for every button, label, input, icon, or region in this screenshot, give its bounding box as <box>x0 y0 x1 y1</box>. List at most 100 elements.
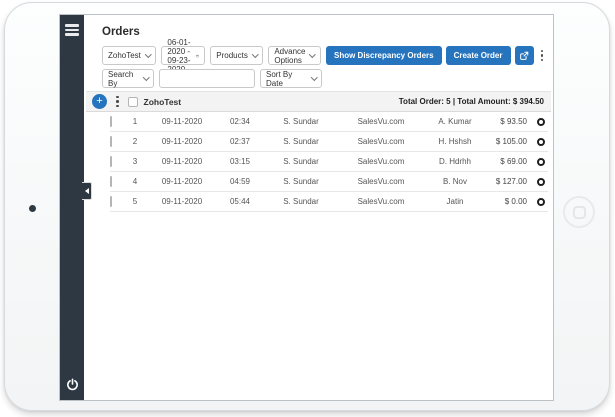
customer-name: A. Kumar <box>438 117 472 126</box>
order-amount: $ 127.00 <box>495 177 527 186</box>
hamburger-menu-icon[interactable] <box>65 24 79 36</box>
sort-by-select[interactable]: Sort By Date <box>260 69 322 88</box>
power-button[interactable] <box>65 377 80 392</box>
row-checkbox[interactable] <box>110 176 112 187</box>
order-amount: $ 93.50 <box>500 117 527 126</box>
staff-name: S. Sundar <box>283 117 319 126</box>
order-source: SalesVu.com <box>357 157 405 166</box>
settings-icon <box>537 157 545 166</box>
customer-name: B. Nov <box>442 177 467 186</box>
page: Orders ZohoTest 06-01-2020 - 09-23-2020 <box>0 0 615 417</box>
settings-icon <box>537 177 545 186</box>
order-amount: $ 105.00 <box>495 137 527 146</box>
external-link-icon <box>520 51 529 60</box>
tablet-frame: Orders ZohoTest 06-01-2020 - 09-23-2020 <box>4 2 610 411</box>
search-input[interactable] <box>165 74 249 83</box>
staff-name: S. Sundar <box>283 197 319 206</box>
chevron-down-icon <box>144 51 152 58</box>
front-camera <box>29 205 36 212</box>
row-actions-button[interactable] <box>534 157 548 166</box>
totals-summary: Total Order: 5 | Total Amount: $ 394.50 <box>398 97 544 106</box>
customer-name: H. Hshsh <box>438 137 472 146</box>
row-actions-button[interactable] <box>534 177 548 186</box>
plus-icon: + <box>96 95 103 107</box>
products-select-value: Products <box>216 51 248 60</box>
table-row[interactable]: 1 09-11-2020 02:34 S. Sundar SalesVu.com… <box>110 112 548 132</box>
sort-by-value: Sort By Date <box>266 69 293 88</box>
products-select[interactable]: Products <box>210 46 264 65</box>
order-date: 09-11-2020 <box>161 197 203 206</box>
table-row[interactable]: 4 09-11-2020 04:59 S. Sundar SalesVu.com… <box>110 172 548 192</box>
order-time: 02:34 <box>229 117 251 126</box>
chevron-down-icon <box>251 51 259 58</box>
settings-icon <box>537 197 545 206</box>
chevron-down-icon <box>309 51 316 58</box>
row-index: 1 <box>132 117 138 126</box>
order-amount: $ 69.00 <box>500 157 527 166</box>
staff-name: S. Sundar <box>283 137 319 146</box>
more-options-menu[interactable] <box>538 48 547 64</box>
order-source: SalesVu.com <box>357 137 405 146</box>
list-header: + ZohoTest Total Order: 5 | Total Amount… <box>86 91 551 112</box>
settings-icon <box>537 117 545 126</box>
order-source: SalesVu.com <box>357 197 405 206</box>
customer-name: D. Hdrhh <box>438 157 471 166</box>
table-row[interactable]: 5 09-11-2020 05:44 S. Sundar SalesVu.com… <box>110 192 548 212</box>
order-source: SalesVu.com <box>357 177 405 186</box>
order-time: 02:37 <box>229 137 251 146</box>
row-actions-button[interactable] <box>534 197 548 206</box>
order-date: 09-11-2020 <box>161 117 203 126</box>
filter-row-1: ZohoTest 06-01-2020 - 09-23-2020 <box>102 38 547 74</box>
row-checkbox[interactable] <box>110 156 112 167</box>
customer-name: Jatin <box>446 197 464 206</box>
list-menu-icon[interactable] <box>113 94 122 110</box>
order-date: 09-11-2020 <box>161 137 203 146</box>
export-button[interactable] <box>514 46 534 65</box>
filter-row-2: Search By Sort By Date <box>102 69 546 88</box>
order-time: 05:44 <box>229 197 251 206</box>
sidebar <box>60 15 84 400</box>
group-label: ZohoTest <box>143 96 182 107</box>
row-actions-button[interactable] <box>534 137 548 146</box>
table-row[interactable]: 3 09-11-2020 03:15 S. Sundar SalesVu.com… <box>110 152 548 172</box>
date-range-input[interactable]: 06-01-2020 - 09-23-2020 <box>161 38 206 74</box>
search-by-select[interactable]: Search By <box>102 69 154 88</box>
advance-options-value: Advance Options <box>274 46 306 65</box>
order-date: 09-11-2020 <box>161 157 203 166</box>
account-select-value: ZohoTest <box>108 51 141 60</box>
row-index: 3 <box>132 157 138 166</box>
row-index: 2 <box>132 137 138 146</box>
power-icon <box>66 378 78 391</box>
order-date: 09-11-2020 <box>161 177 203 186</box>
chevron-down-icon <box>142 74 149 81</box>
row-checkbox[interactable] <box>110 116 112 127</box>
row-checkbox[interactable] <box>110 136 112 147</box>
select-all-checkbox[interactable] <box>127 96 138 107</box>
chevron-down-icon <box>310 74 317 81</box>
add-order-button[interactable]: + <box>92 94 107 109</box>
order-source: SalesVu.com <box>357 117 405 126</box>
row-actions-button[interactable] <box>534 117 548 126</box>
row-index: 4 <box>132 177 138 186</box>
staff-name: S. Sundar <box>283 177 319 186</box>
order-time: 04:59 <box>229 177 251 186</box>
calendar-icon <box>196 54 200 57</box>
orders-table: 1 09-11-2020 02:34 S. Sundar SalesVu.com… <box>84 112 553 212</box>
table-row[interactable]: 2 09-11-2020 02:37 S. Sundar SalesVu.com… <box>110 132 548 152</box>
settings-icon <box>537 137 545 146</box>
orders-page: Orders ZohoTest 06-01-2020 - 09-23-2020 <box>82 15 553 400</box>
row-checkbox[interactable] <box>110 196 112 207</box>
home-button[interactable] <box>563 196 595 228</box>
toolbar-actions: Show Discrepancy Orders Create Order <box>325 46 547 65</box>
row-index: 5 <box>132 197 138 206</box>
page-title: Orders <box>102 26 140 38</box>
order-time: 03:15 <box>229 157 251 166</box>
advance-options-select[interactable]: Advance Options <box>268 46 321 65</box>
order-amount: $ 0.00 <box>504 197 527 206</box>
account-select[interactable]: ZohoTest <box>102 46 157 65</box>
app-screen: Orders ZohoTest 06-01-2020 - 09-23-2020 <box>59 14 554 401</box>
staff-name: S. Sundar <box>283 157 319 166</box>
show-discrepancy-orders-button[interactable]: Show Discrepancy Orders <box>325 46 442 65</box>
create-order-button[interactable]: Create Order <box>445 46 511 65</box>
home-button-icon <box>572 205 586 219</box>
